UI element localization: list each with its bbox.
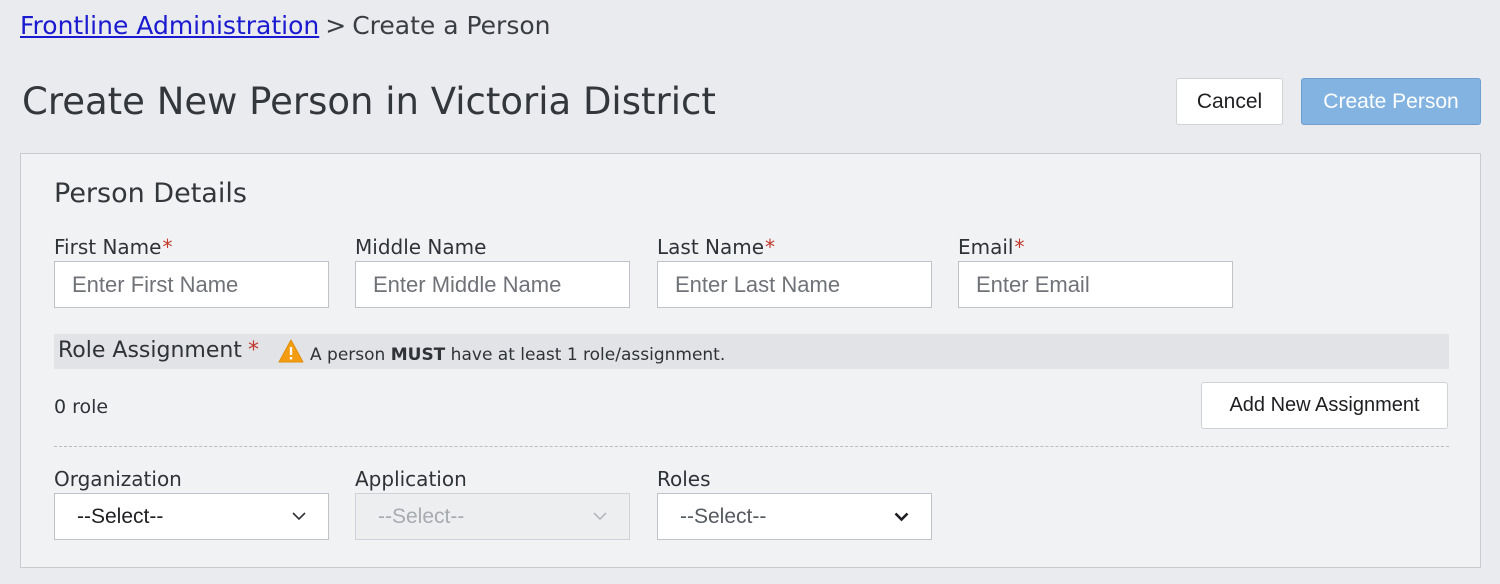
role-count: 0 role (54, 396, 109, 418)
warning-emphasis: MUST (390, 345, 446, 365)
breadcrumb-current: Create a Person (352, 11, 551, 40)
breadcrumb: Frontline Administration > Create a Person (20, 10, 550, 42)
roles-label: Roles (657, 467, 711, 491)
required-marker: * (162, 235, 173, 259)
email-placeholder: Enter Email (976, 271, 1090, 297)
page-title: Create New Person in Victoria District (22, 80, 716, 123)
divider (54, 446, 1449, 447)
breadcrumb-separator: > (325, 11, 347, 40)
middle-name-label-text: Middle Name (355, 235, 487, 259)
warning-triangle-icon (278, 339, 310, 371)
first-name-label: First Name* (54, 234, 172, 260)
required-marker: * (247, 338, 259, 363)
role-assignment-title: Role Assignment * (58, 337, 259, 365)
person-details-panel: Person Details First Name* Enter First N… (20, 153, 1481, 568)
organization-label: Organization (54, 467, 182, 491)
application-label: Application (355, 467, 467, 491)
create-person-button[interactable]: Create Person (1301, 78, 1481, 125)
required-marker: * (765, 235, 776, 259)
last-name-label-text: Last Name (657, 235, 765, 259)
first-name-input[interactable]: Enter First Name (54, 261, 329, 308)
chevron-down-icon (292, 512, 306, 521)
warning-text: A person MUST have at least 1 role/assig… (310, 342, 725, 368)
section-title: Person Details (54, 178, 247, 209)
chevron-down-icon (894, 512, 909, 522)
last-name-placeholder: Enter Last Name (675, 271, 841, 297)
cancel-button[interactable]: Cancel (1176, 78, 1283, 125)
role-assignment-title-text: Role Assignment (58, 338, 242, 363)
first-name-label-text: First Name (54, 235, 162, 259)
role-warning: A person MUST have at least 1 role/assig… (278, 339, 725, 371)
organization-select-value: --Select-- (77, 504, 164, 528)
email-label: Email* (958, 234, 1025, 260)
roles-select[interactable]: --Select-- (657, 493, 932, 540)
application-select-value: --Select-- (378, 504, 465, 528)
roles-select-value: --Select-- (680, 504, 767, 528)
breadcrumb-link-frontline-administration[interactable]: Frontline Administration (20, 11, 319, 40)
middle-name-placeholder: Enter Middle Name (373, 271, 562, 297)
add-new-assignment-button[interactable]: Add New Assignment (1201, 382, 1448, 429)
organization-select[interactable]: --Select-- (54, 493, 329, 540)
warning-suffix: have at least 1 role/assignment. (445, 345, 726, 365)
last-name-input[interactable]: Enter Last Name (657, 261, 932, 308)
required-marker: * (1014, 235, 1025, 259)
last-name-label: Last Name* (657, 234, 775, 260)
email-input[interactable]: Enter Email (958, 261, 1233, 308)
first-name-placeholder: Enter First Name (72, 271, 239, 297)
middle-name-label: Middle Name (355, 234, 486, 260)
middle-name-input[interactable]: Enter Middle Name (355, 261, 630, 308)
email-label-text: Email (958, 235, 1014, 259)
application-select: --Select-- (355, 493, 630, 540)
warning-prefix: A person (310, 345, 391, 365)
role-assignment-header: Role Assignment * A person MUST have at l… (54, 334, 1449, 369)
chevron-down-icon (593, 512, 607, 521)
